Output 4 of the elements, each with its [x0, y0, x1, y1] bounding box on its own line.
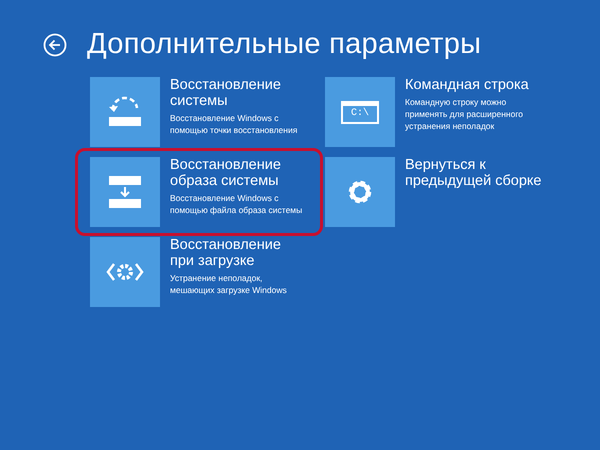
option-tile[interactable]: Восстановление образа системы Восстановление Windows с помощью файла образа системы	[75, 148, 323, 236]
back-icon[interactable]	[43, 32, 67, 56]
command-prompt-icon: C:\	[340, 100, 379, 124]
page-title: Дополнительные параметры	[87, 28, 482, 61]
